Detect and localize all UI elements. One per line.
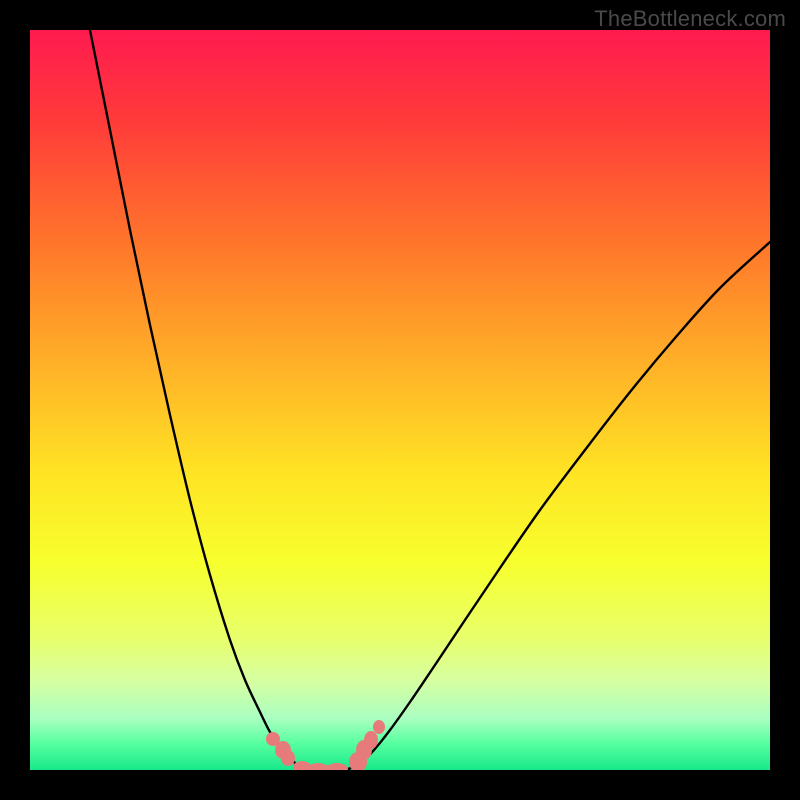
data-marker xyxy=(364,731,378,749)
bottleneck-chart xyxy=(30,30,770,770)
gradient-background xyxy=(30,30,770,770)
watermark-text: TheBottleneck.com xyxy=(594,6,786,32)
chart-frame: TheBottleneck.com xyxy=(0,0,800,800)
data-marker xyxy=(373,720,385,734)
data-marker xyxy=(281,750,295,766)
plot-area xyxy=(30,30,770,770)
